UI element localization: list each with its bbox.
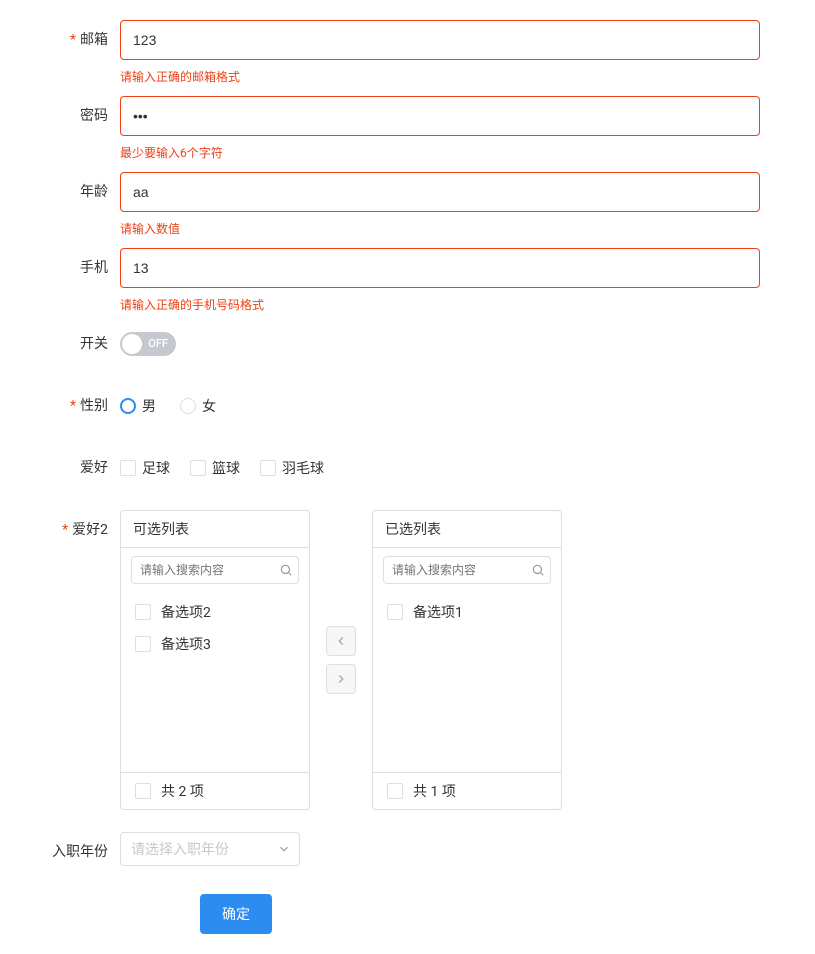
hobby-checkbox-badminton[interactable]: 羽毛球 — [260, 458, 324, 478]
hobby-checkbox-football[interactable]: 足球 — [120, 458, 170, 478]
radio-label: 女 — [202, 396, 216, 416]
phone-error: 请输入正确的手机号码格式 — [120, 294, 264, 314]
phone-input[interactable] — [120, 248, 760, 288]
chevron-down-icon — [277, 842, 291, 856]
gender-radio-female[interactable]: 女 — [180, 396, 216, 416]
switch-knob — [122, 334, 142, 354]
transfer-move-right-button[interactable] — [326, 664, 356, 694]
radio-icon — [180, 398, 196, 414]
checkbox-label: 篮球 — [212, 458, 240, 478]
switch-state: OFF — [148, 332, 168, 356]
transfer-right-search[interactable] — [383, 556, 551, 584]
item-label: 备选项2 — [161, 602, 211, 622]
hobby2-label: *爱好2 — [40, 510, 120, 550]
search-icon — [279, 563, 293, 577]
gender-radio-male[interactable]: 男 — [120, 396, 156, 416]
transfer-right-item[interactable]: 备选项1 — [373, 596, 561, 628]
transfer-left-search[interactable] — [131, 556, 299, 584]
gender-label: *性别 — [40, 386, 120, 426]
email-label: *邮箱 — [40, 20, 120, 60]
year-label: 入职年份 — [40, 832, 120, 872]
item-label: 备选项3 — [161, 634, 211, 654]
transfer-right-panel: 已选列表 备选项1 共 — [372, 510, 562, 810]
age-error: 请输入数值 — [120, 218, 180, 238]
age-input[interactable] — [120, 172, 760, 212]
gender-radio-group: 男 女 — [120, 386, 760, 416]
search-icon — [531, 563, 545, 577]
transfer-left-panel: 可选列表 备选项2 备选项3 — [120, 510, 310, 810]
transfer-left-title: 可选列表 — [121, 511, 309, 548]
transfer: 可选列表 备选项2 备选项3 — [120, 510, 760, 810]
year-select[interactable]: 请选择入职年份 — [120, 832, 300, 866]
submit-button[interactable]: 确定 — [200, 894, 272, 934]
footer-text: 共 2 项 — [161, 781, 204, 801]
checkbox-icon — [135, 604, 151, 620]
transfer-left-item[interactable]: 备选项3 — [121, 628, 309, 660]
footer-text: 共 1 项 — [413, 781, 456, 801]
transfer-right-footer: 共 1 项 — [373, 772, 561, 809]
radio-icon — [120, 398, 136, 414]
transfer-right-title: 已选列表 — [373, 511, 561, 548]
switch-toggle[interactable]: OFF — [120, 332, 176, 356]
chevron-right-icon — [334, 672, 348, 686]
transfer-left-footer: 共 2 项 — [121, 772, 309, 809]
password-input[interactable] — [120, 96, 760, 136]
chevron-left-icon — [334, 634, 348, 648]
transfer-left-item[interactable]: 备选项2 — [121, 596, 309, 628]
checkbox-icon — [190, 460, 206, 476]
checkbox-icon — [387, 604, 403, 620]
checkbox-icon — [260, 460, 276, 476]
checkbox-icon — [120, 460, 136, 476]
select-placeholder: 请选择入职年份 — [131, 839, 229, 859]
password-error: 最少要输入6个字符 — [120, 142, 223, 162]
age-label: 年龄 — [40, 172, 120, 212]
transfer-move-left-button[interactable] — [326, 626, 356, 656]
checkbox-label: 羽毛球 — [282, 458, 324, 478]
checkbox-icon[interactable] — [387, 783, 403, 799]
hobby-checkbox-group: 足球 篮球 羽毛球 — [120, 448, 760, 478]
hobby-checkbox-basketball[interactable]: 篮球 — [190, 458, 240, 478]
transfer-ops — [326, 626, 356, 694]
email-input[interactable] — [120, 20, 760, 60]
hobby-label: 爱好 — [40, 448, 120, 488]
email-error: 请输入正确的邮箱格式 — [120, 66, 240, 86]
radio-label: 男 — [142, 396, 156, 416]
checkbox-icon — [135, 636, 151, 652]
item-label: 备选项1 — [413, 602, 463, 622]
phone-label: 手机 — [40, 248, 120, 288]
checkbox-label: 足球 — [142, 458, 170, 478]
password-label: 密码 — [40, 96, 120, 136]
checkbox-icon[interactable] — [135, 783, 151, 799]
switch-label: 开关 — [40, 324, 120, 364]
